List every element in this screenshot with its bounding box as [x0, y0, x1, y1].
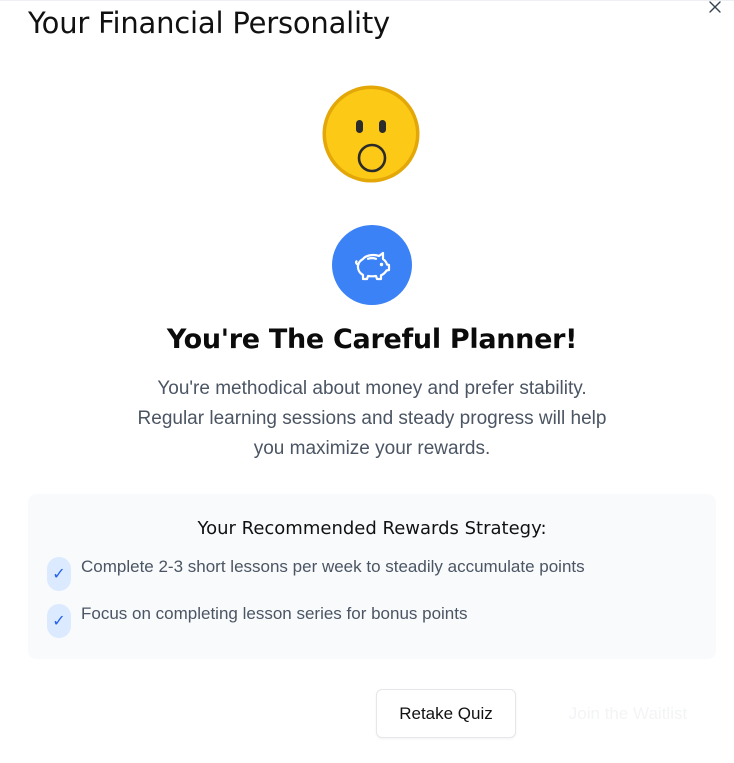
close-button[interactable]: [704, 0, 726, 18]
retake-quiz-button[interactable]: Retake Quiz: [376, 689, 516, 738]
description-line: you maximize your rewards.: [253, 438, 491, 459]
result-title: You're The Careful Planner!: [166, 324, 578, 355]
check-icon: ✓: [47, 557, 71, 591]
strategy-card: Your Recommended Rewards Strategy: ✓ Com…: [28, 494, 716, 659]
strategy-item: Focus on completing lesson series for bo…: [81, 604, 468, 623]
strategy-heading: Your Recommended Rewards Strategy:: [197, 518, 547, 539]
modal-top-border: [0, 0, 734, 1]
description-line: Regular learning sessions and steady pro…: [137, 408, 607, 429]
strategy-item: Complete 2-3 short lessons per week to s…: [81, 557, 585, 576]
piggy-bank-icon: [355, 251, 391, 281]
surprised-face-icon: [322, 85, 420, 183]
join-waitlist-button[interactable]: Join the Waitlist: [538, 689, 718, 738]
close-icon: [709, 1, 721, 13]
personality-badge: [332, 225, 412, 305]
description-line: You're methodical about money and prefer…: [157, 378, 587, 399]
modal-title: Your Financial Personality: [28, 6, 391, 40]
result-description: You're methodical about money and prefer…: [80, 374, 664, 464]
check-icon: ✓: [47, 604, 71, 638]
